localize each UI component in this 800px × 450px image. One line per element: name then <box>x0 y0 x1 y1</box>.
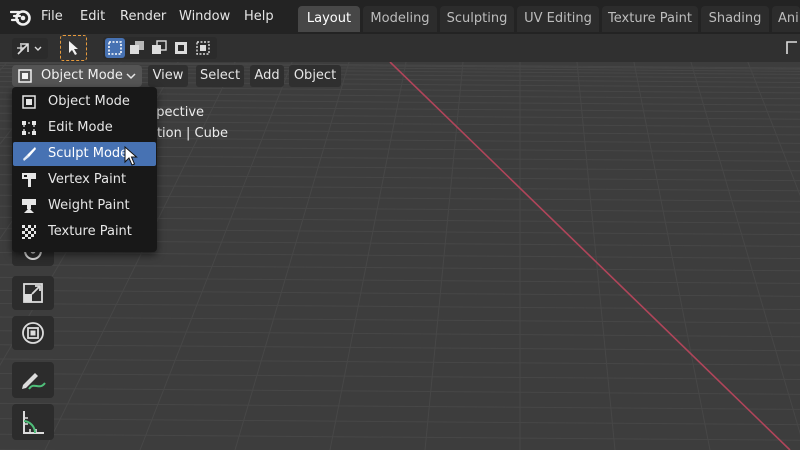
select-subtract-button[interactable] <box>149 38 169 58</box>
edit-mode-icon <box>22 121 36 135</box>
menu-item-label: Edit Mode <box>48 120 113 135</box>
select-invert-button[interactable] <box>171 38 191 58</box>
menu-item-label: Object Mode <box>48 94 130 109</box>
vertex-paint-icon <box>22 173 36 187</box>
menu-edit[interactable]: Edit <box>76 6 109 28</box>
menu-help[interactable]: Help <box>240 6 278 28</box>
tab-uv-editing[interactable]: UV Editing <box>517 6 599 32</box>
menu-item-object-mode[interactable]: Object Mode <box>13 90 156 114</box>
selection-mode-group <box>103 37 217 59</box>
menu-item-vertex-paint[interactable]: Vertex Paint <box>13 168 156 192</box>
transform-orientation-button[interactable] <box>12 38 48 59</box>
select-intersect-button[interactable] <box>193 38 213 58</box>
scale-icon <box>23 283 43 303</box>
select-extend-icon <box>130 41 144 54</box>
menu-item-label: Weight Paint <box>48 198 130 213</box>
menu-render[interactable]: Render <box>116 6 170 28</box>
object-menu-button[interactable]: Object <box>289 65 341 87</box>
object-mode-icon <box>22 95 36 109</box>
chevron-down-icon <box>126 73 136 80</box>
menu-window[interactable]: Window <box>175 6 234 28</box>
transform-icon <box>22 322 44 344</box>
transform-orientation-icon <box>17 42 42 55</box>
select-cursor-icon <box>68 41 78 55</box>
texture-paint-icon <box>22 225 36 239</box>
mode-dropdown-menu: Object Mode Edit Mode Sculpt Mode Vertex… <box>12 87 157 252</box>
select-menu-button[interactable]: Select <box>196 65 244 87</box>
weight-paint-icon <box>22 199 36 213</box>
select-new-button[interactable] <box>105 38 125 58</box>
menu-item-label: Vertex Paint <box>48 172 127 187</box>
mouse-cursor-icon <box>124 146 138 166</box>
select-subtract-icon <box>152 40 167 54</box>
tab-sculpting[interactable]: Sculpting <box>440 6 514 32</box>
mode-selector[interactable]: Object Mode <box>12 65 142 87</box>
tab-animation[interactable]: Ani <box>772 6 800 32</box>
object-mode-icon <box>18 69 32 83</box>
transform-tool[interactable] <box>12 316 54 350</box>
measure-icon <box>23 411 44 434</box>
menu-item-label: Sculpt Mode <box>48 146 129 161</box>
select-invert-icon <box>175 42 187 54</box>
header-extra-button[interactable] <box>784 37 800 59</box>
add-menu-button[interactable]: Add <box>250 65 284 87</box>
tab-modeling[interactable]: Modeling <box>363 6 437 32</box>
menu-item-edit-mode[interactable]: Edit Mode <box>13 116 156 140</box>
select-tool-button[interactable] <box>60 35 87 61</box>
menu-file[interactable]: File <box>37 6 67 28</box>
scale-tool[interactable] <box>12 276 54 310</box>
transform-affect-icon <box>786 41 797 54</box>
menu-item-label: Texture Paint <box>48 224 132 239</box>
tab-layout[interactable]: Layout <box>298 6 360 32</box>
tab-shading[interactable]: Shading <box>701 6 769 32</box>
measure-tool[interactable] <box>12 404 54 440</box>
top-bar: File Edit Render Window Help Layout Mode… <box>0 0 800 34</box>
tab-texture-paint[interactable]: Texture Paint <box>602 6 698 32</box>
select-intersect-icon <box>196 41 210 55</box>
menu-item-weight-paint[interactable]: Weight Paint <box>13 194 156 218</box>
annotate-tool[interactable] <box>12 362 54 398</box>
select-extend-button[interactable] <box>127 38 147 58</box>
menu-item-texture-paint[interactable]: Texture Paint <box>13 220 156 244</box>
sculpt-mode-icon <box>23 147 36 161</box>
tool-settings-header <box>0 34 800 62</box>
annotate-icon <box>22 373 46 390</box>
view-menu-button[interactable]: View <box>148 65 188 87</box>
mode-selector-label: Object Mode <box>41 68 123 83</box>
blender-logo-icon[interactable] <box>10 6 32 28</box>
select-new-icon <box>108 41 122 55</box>
